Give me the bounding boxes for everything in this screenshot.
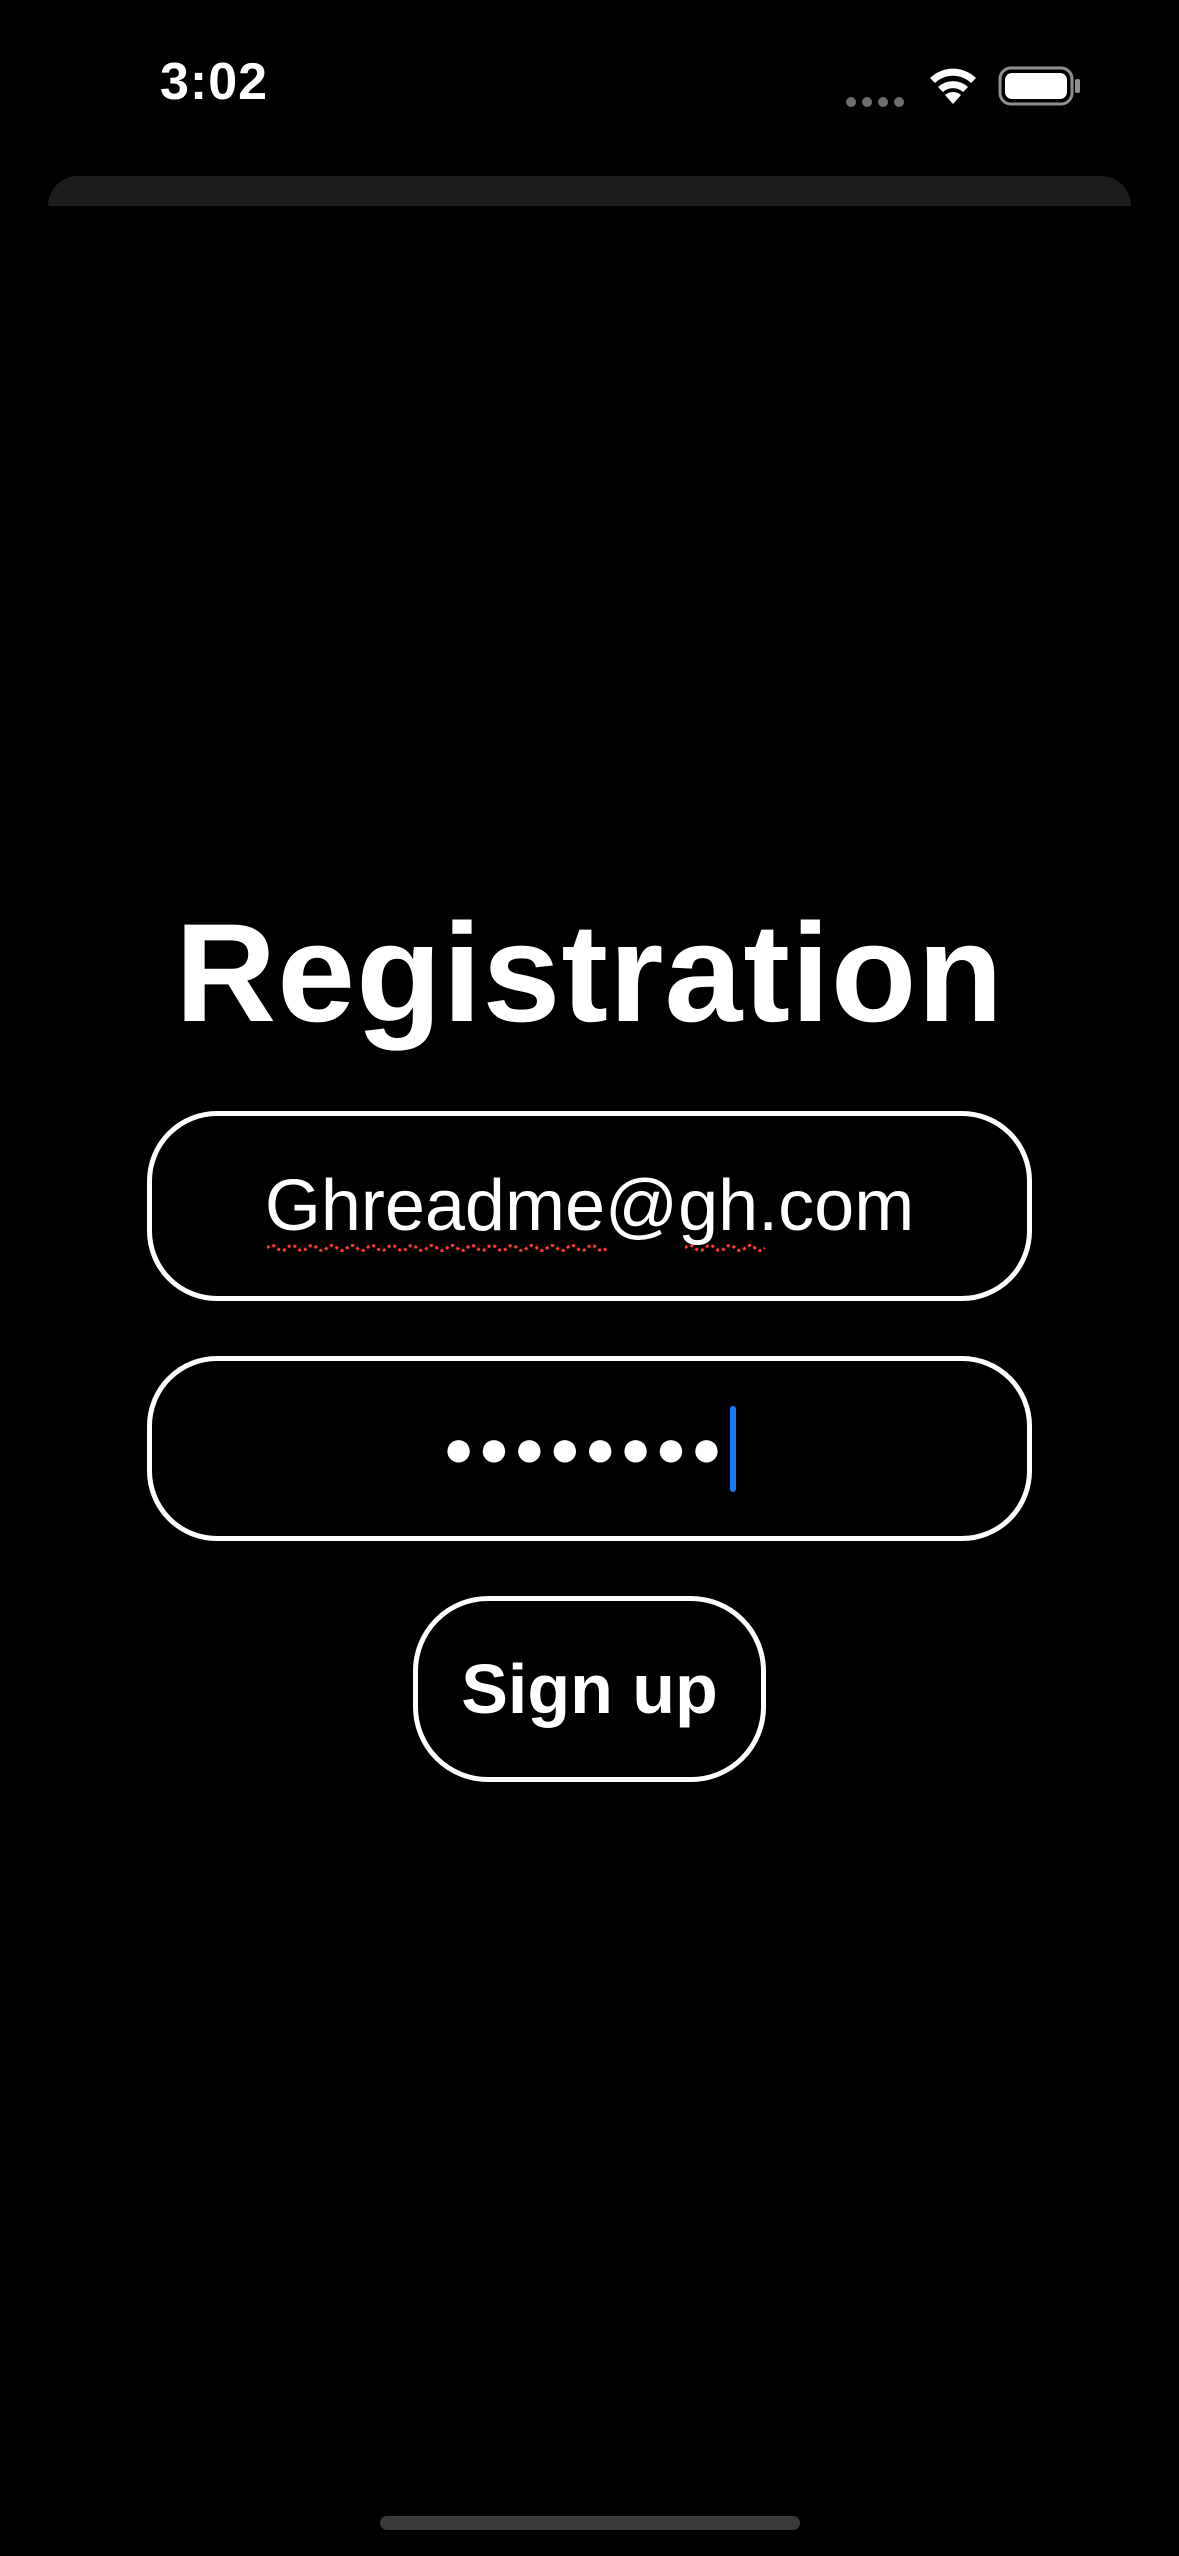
password-masked-value: ●●●●●●●● [442, 1419, 727, 1478]
password-field-content: ●●●●●●●● [442, 1405, 737, 1492]
home-indicator[interactable] [380, 2516, 800, 2530]
email-text: Ghreadme@gh.com [264, 1166, 915, 1246]
cellular-dots-icon [846, 97, 904, 107]
text-caret [730, 1405, 737, 1492]
password-field[interactable]: ●●●●●●●● [147, 1356, 1032, 1541]
spellcheck-underline-icon [684, 1244, 765, 1252]
page-title: Registration [175, 894, 1004, 1051]
wifi-icon [930, 68, 976, 104]
email-field[interactable]: Ghreadme@gh.com [147, 1111, 1032, 1301]
status-bar: 3:02 [0, 0, 1179, 180]
status-time: 3:02 [160, 53, 269, 111]
sheet-edge [48, 176, 1131, 206]
battery-icon [998, 66, 1080, 106]
spellcheck-underline-icon [266, 1244, 608, 1252]
email-field-value: Ghreadme@gh.com [264, 1165, 915, 1252]
signup-button[interactable]: Sign up [413, 1596, 766, 1782]
